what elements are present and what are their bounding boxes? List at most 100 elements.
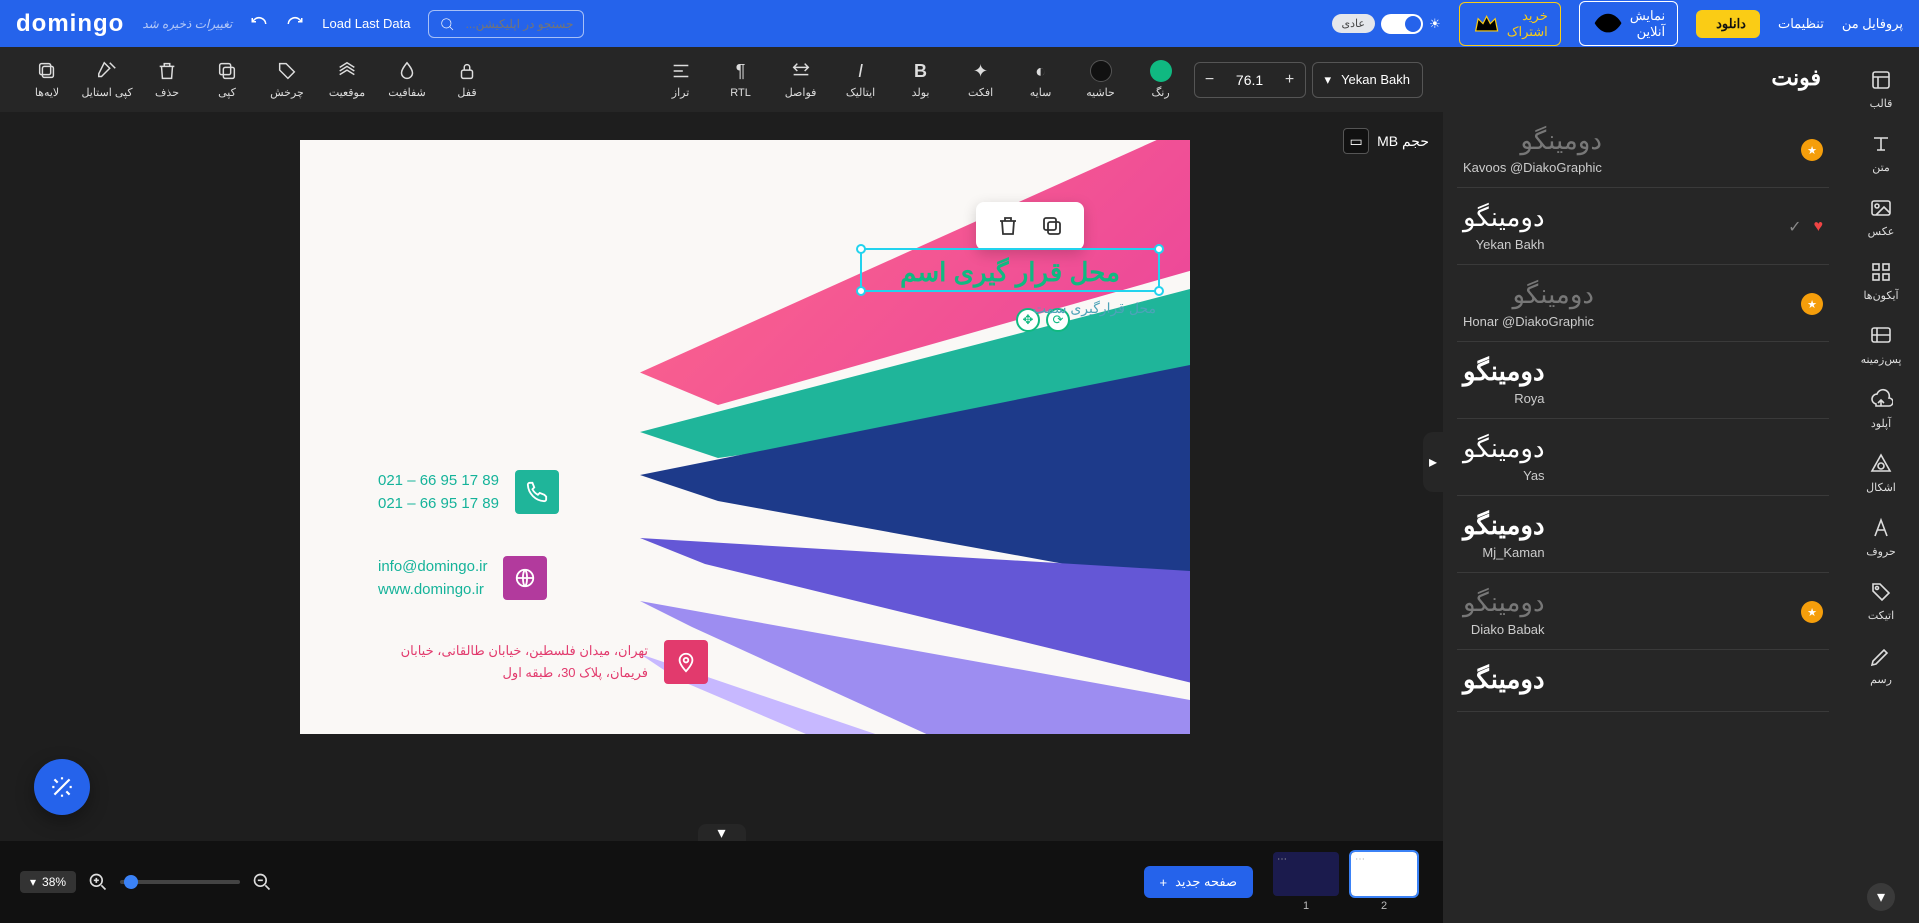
right-sidebar: قالب متن عکس آیکون‌ها پس‌زمینه آپلود اشک… <box>1843 47 1919 923</box>
selected-text-element[interactable]: محل قرار گیری اسم <box>860 248 1160 292</box>
zoom-value[interactable]: 38% ▾ <box>20 871 76 893</box>
font-size-input[interactable] <box>1225 72 1275 88</box>
sidebar-item-label[interactable]: اتیکت <box>1849 571 1913 631</box>
page-number: 1 <box>1303 900 1309 912</box>
canvas-area[interactable]: حجم MB ▭ محل قرار گیری اسم ⟳ ✥ محل قرارگ… <box>0 112 1443 841</box>
resize-handle[interactable] <box>856 286 866 296</box>
font-row[interactable]: دومینگوMj_Kaman <box>1457 496 1829 573</box>
sidebar-item-icons[interactable]: آیکون‌ها <box>1849 251 1913 311</box>
app-search[interactable] <box>428 10 584 38</box>
font-row[interactable]: ★دومینگوKavoos @DiakoGraphic <box>1457 111 1829 188</box>
tool-opacity[interactable]: شفافیت <box>380 60 434 99</box>
profile-link[interactable]: پروفایل من <box>1842 16 1903 32</box>
phone-block[interactable]: 021 – 66 95 17 89021 – 66 95 17 89 <box>378 470 559 515</box>
tool-spacing[interactable]: فواصل <box>774 60 828 99</box>
sidebar-item-text[interactable]: متن <box>1849 123 1913 183</box>
font-preview: دومینگو <box>1463 125 1602 156</box>
tool-rtl[interactable]: ¶RTL <box>714 61 768 99</box>
font-size-decrease[interactable]: − <box>1195 71 1225 89</box>
settings-link[interactable]: تنظیمات <box>1778 16 1824 32</box>
subtitle-text[interactable]: محل قرارگیری سمت <box>1033 300 1156 317</box>
font-row[interactable]: دومینگو Yas <box>1457 419 1829 496</box>
panel-collapse-button[interactable]: ▸ <box>1423 432 1443 492</box>
font-preview: دومینگو <box>1463 433 1545 464</box>
font-preview: دومینگو <box>1463 279 1594 310</box>
resize-handle[interactable] <box>856 244 866 254</box>
pro-badge-icon: ★ <box>1801 293 1823 315</box>
web-block[interactable]: info@domingo.irwww.domingo.ir <box>378 556 547 601</box>
undo-icon[interactable] <box>250 15 268 33</box>
font-row[interactable]: ♥✓دومینگوYekan Bakh <box>1457 188 1829 265</box>
duplicate-icon[interactable] <box>1040 214 1064 238</box>
tool-copy[interactable]: کپی <box>200 60 254 99</box>
font-list[interactable]: ★ دومینگو Kavoos @DiakoGraphic ♥✓دومینگوYek… <box>1443 111 1843 923</box>
page-thumb-1[interactable]: ⋯ <box>1273 852 1339 896</box>
sidebar-item-letters[interactable]: حروف <box>1849 507 1913 567</box>
sidebar-item-upload[interactable]: آپلود <box>1849 379 1913 439</box>
artboard[interactable]: محل قرار گیری اسم ⟳ ✥ محل قرارگیری سمت 0… <box>300 140 1190 734</box>
font-name-label: Mj_Kaman <box>1463 545 1545 560</box>
tool-italic[interactable]: Iایتالیک <box>834 60 888 99</box>
zoom-out-icon[interactable] <box>252 872 272 892</box>
resize-handle[interactable] <box>1154 286 1164 296</box>
load-last-data[interactable]: Load Last Data <box>322 16 410 31</box>
redo-icon[interactable] <box>286 15 304 33</box>
font-family-select[interactable]: Yekan Bakh ▾ <box>1312 62 1423 98</box>
tool-layers[interactable]: لایه‌ها <box>20 60 74 99</box>
sidebar-item-template[interactable]: قالب <box>1849 59 1913 119</box>
magic-fab[interactable] <box>34 759 90 815</box>
subscribe-button[interactable]: خرید اشتراک <box>1459 2 1561 46</box>
new-page-button[interactable]: صفحه جدید + <box>1144 866 1253 898</box>
bold-icon: B <box>910 60 932 82</box>
font-preview: دومینگو <box>1463 356 1545 387</box>
font-preview: دومینگو <box>1463 664 1545 695</box>
tool-delete[interactable]: حذف <box>140 60 194 99</box>
tool-shadow[interactable]: ◐سایه <box>1014 60 1068 99</box>
sidebar-scroll-down[interactable]: ▾ <box>1867 883 1895 911</box>
sidebar-item-draw[interactable]: رسم <box>1849 635 1913 695</box>
page-menu-icon[interactable]: ⋯ <box>1277 854 1287 865</box>
zoom-in-icon[interactable] <box>88 872 108 892</box>
tool-fill-color[interactable]: رنگ <box>1134 60 1188 99</box>
font-row[interactable]: دومینگوRoya <box>1457 342 1829 419</box>
context-toolbar: Yekan Bakh ▾ + − رنگ حاشیه ◐سایه ✦افکت B… <box>0 47 1443 112</box>
theme-toggle[interactable]: ☀ عادی <box>1332 14 1441 34</box>
font-row[interactable]: ★دومینگوHonar @DiakoGraphic <box>1457 265 1829 342</box>
heart-icon[interactable]: ♥ <box>1814 218 1824 236</box>
trash-icon[interactable] <box>996 214 1020 238</box>
phone-icon <box>515 470 559 514</box>
resize-handle[interactable] <box>1154 244 1164 254</box>
search-input[interactable] <box>463 17 573 31</box>
sidebar-item-image[interactable]: عکس <box>1849 187 1913 247</box>
preview-button[interactable]: نمایش آنلاین <box>1579 1 1678 45</box>
tool-align[interactable]: تراز <box>654 60 708 99</box>
tool-copy-style[interactable]: کپی استایل <box>80 60 134 99</box>
font-preview: دومینگو <box>1463 202 1545 233</box>
tool-stroke[interactable]: حاشیه <box>1074 60 1128 99</box>
font-name-label: Kavoos @DiakoGraphic <box>1463 160 1602 175</box>
tool-lock[interactable]: قفل <box>440 60 494 99</box>
canvas-collapse-button[interactable]: ▾ <box>698 824 746 841</box>
sidebar-item-background[interactable]: پس‌زمینه <box>1849 315 1913 375</box>
page-menu-icon[interactable]: ⋯ <box>1355 854 1365 865</box>
font-name-label: Yas <box>1463 468 1545 483</box>
download-button[interactable]: دانلود <box>1696 10 1760 38</box>
file-size-indicator[interactable]: حجم MB ▭ <box>1343 128 1429 154</box>
text-content[interactable]: محل قرار گیری اسم <box>862 250 1158 294</box>
stroke-color-swatch <box>1090 60 1112 82</box>
crown-icon <box>1472 9 1501 38</box>
pro-badge-icon: ★ <box>1801 601 1823 623</box>
tool-position[interactable]: موقعیت <box>320 60 374 99</box>
chevron-down-icon: ▾ <box>1325 72 1332 88</box>
page-thumb-2[interactable]: ⋯ <box>1351 852 1417 896</box>
font-row[interactable]: دومینگو <box>1457 650 1829 712</box>
zoom-slider[interactable] <box>120 880 240 884</box>
font-size-increase[interactable]: + <box>1275 71 1305 89</box>
tool-effect[interactable]: ✦افکت <box>954 60 1008 99</box>
address-block[interactable]: تهران، میدان فلسطین، خیابان طالقانی، خیا… <box>378 640 708 684</box>
font-row[interactable]: ★دومینگوDiako Babak <box>1457 573 1829 650</box>
tool-rotate[interactable]: چرخش <box>260 60 314 99</box>
sidebar-item-shapes[interactable]: اشکال <box>1849 443 1913 503</box>
search-icon <box>439 16 455 32</box>
tool-bold[interactable]: Bبولد <box>894 60 948 99</box>
